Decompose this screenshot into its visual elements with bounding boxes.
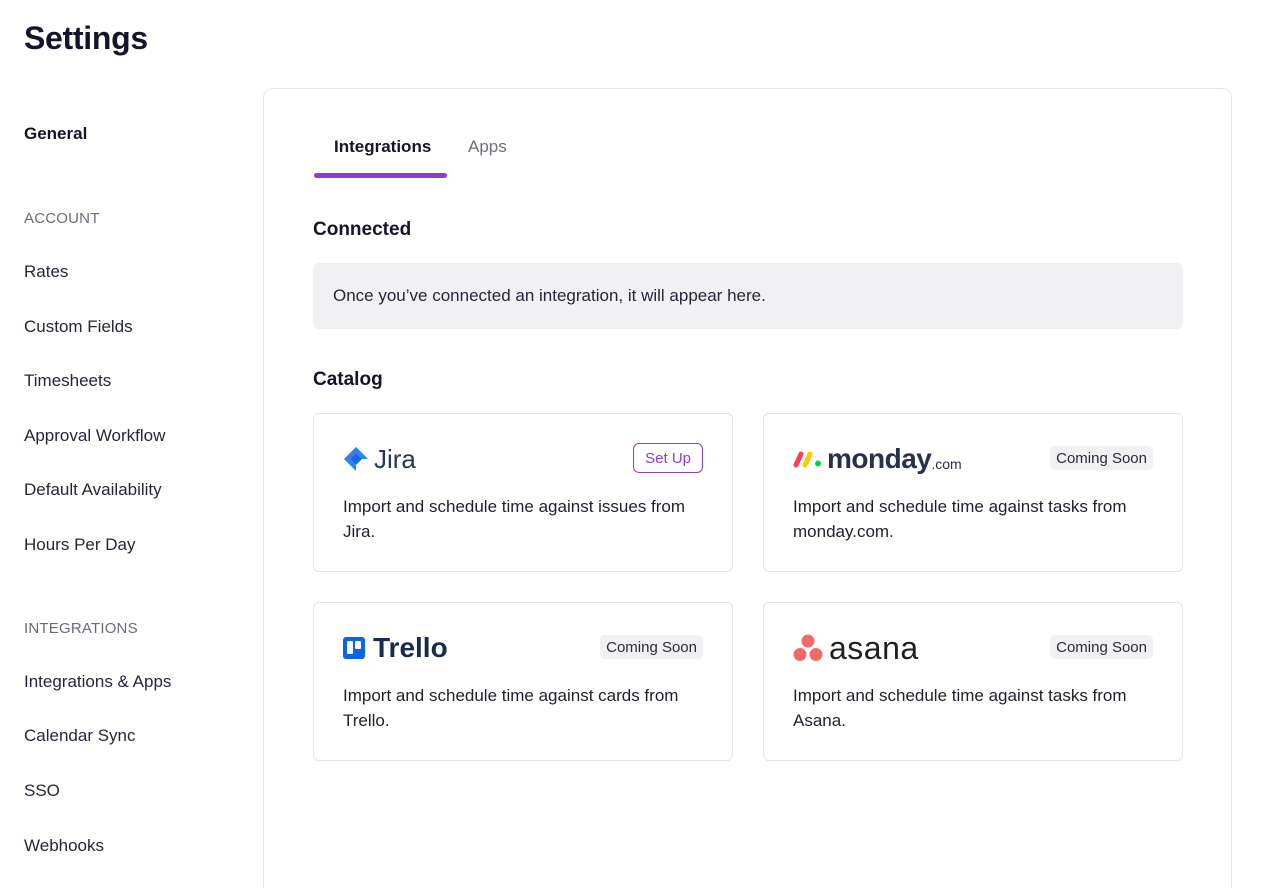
jira-setup-button[interactable]: Set Up bbox=[633, 443, 703, 473]
settings-panel: Integrations Apps Connected Once you’ve … bbox=[263, 88, 1232, 888]
sidebar-item-hours-per-day[interactable]: Hours Per Day bbox=[24, 535, 135, 555]
sidebar-item-approval-workflow[interactable]: Approval Workflow bbox=[24, 426, 165, 446]
settings-sidebar: General ACCOUNT Rates Custom Fields Time… bbox=[24, 0, 244, 888]
connected-empty-state: Once you’ve connected an integration, it… bbox=[313, 263, 1183, 329]
sidebar-item-sso[interactable]: SSO bbox=[24, 781, 60, 801]
tab-integrations[interactable]: Integrations bbox=[334, 137, 431, 157]
jira-logo: Jira bbox=[343, 442, 416, 476]
trello-logo: Trello bbox=[343, 631, 448, 665]
sidebar-item-integrations-apps[interactable]: Integrations & Apps bbox=[24, 672, 171, 692]
sidebar-item-general[interactable]: General bbox=[24, 124, 87, 144]
asana-logo-text: asana bbox=[829, 629, 919, 666]
sidebar-section-account: ACCOUNT bbox=[24, 210, 100, 227]
jira-description: Import and schedule time against issues … bbox=[343, 497, 686, 541]
jira-icon bbox=[344, 447, 368, 471]
active-tab-indicator bbox=[314, 173, 447, 178]
connected-empty-message: Once you’ve connected an integration, it… bbox=[333, 286, 766, 305]
asana-description: Import and schedule time against tasks f… bbox=[793, 686, 1127, 730]
monday-logo: monday .com bbox=[793, 442, 962, 476]
monday-logo-text: monday bbox=[827, 443, 932, 474]
trello-status-badge: Coming Soon bbox=[600, 635, 703, 659]
monday-icon bbox=[793, 451, 821, 468]
trello-logo-text: Trello bbox=[373, 632, 448, 663]
integration-card-trello: Trello Coming Soon Import and schedule t… bbox=[313, 602, 733, 761]
sidebar-item-default-availability[interactable]: Default Availability bbox=[24, 480, 162, 500]
monday-description: Import and schedule time against tasks f… bbox=[793, 497, 1127, 541]
asana-logo: asana bbox=[793, 629, 919, 666]
monday-logo-suffix: .com bbox=[931, 456, 962, 472]
monday-status-badge: Coming Soon bbox=[1050, 446, 1153, 470]
sidebar-item-webhooks[interactable]: Webhooks bbox=[24, 836, 104, 856]
integration-card-asana: asana Coming Soon Import and schedule ti… bbox=[763, 602, 1183, 761]
integration-card-jira: Jira Set Up Import and schedule time aga… bbox=[313, 413, 733, 572]
jira-logo-text: Jira bbox=[374, 443, 416, 474]
trello-description: Import and schedule time against cards f… bbox=[343, 686, 679, 730]
trello-icon bbox=[343, 637, 365, 659]
catalog-heading: Catalog bbox=[313, 369, 383, 390]
connected-heading: Connected bbox=[313, 219, 412, 240]
integration-card-monday: monday .com Coming Soon Import and sched… bbox=[763, 413, 1183, 572]
sidebar-item-timesheets[interactable]: Timesheets bbox=[24, 371, 111, 391]
sidebar-item-rates[interactable]: Rates bbox=[24, 262, 68, 282]
asana-status-badge: Coming Soon bbox=[1050, 635, 1153, 659]
asana-icon bbox=[793, 634, 823, 661]
tab-apps[interactable]: Apps bbox=[468, 137, 507, 157]
sidebar-section-integrations: INTEGRATIONS bbox=[24, 620, 138, 637]
sidebar-item-calendar-sync[interactable]: Calendar Sync bbox=[24, 726, 136, 746]
sidebar-item-custom-fields[interactable]: Custom Fields bbox=[24, 317, 133, 337]
